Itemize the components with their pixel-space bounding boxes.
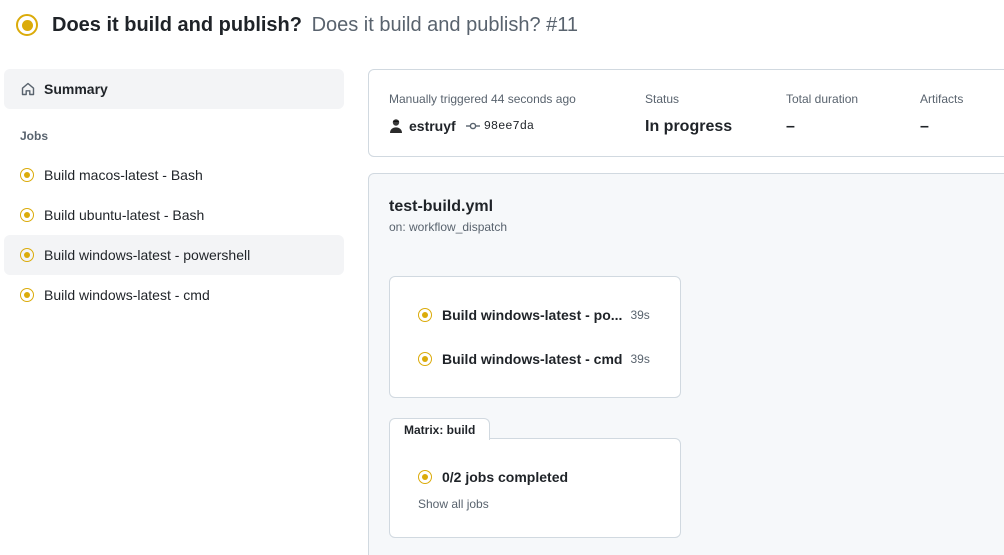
jobs-completed: 0/2 jobs completed	[418, 469, 568, 485]
trigger-label: Manually triggered 44 seconds ago	[389, 92, 576, 106]
workflow-trigger: on: workflow_dispatch	[389, 220, 508, 234]
jobs-heading: Jobs	[20, 129, 49, 143]
in-progress-icon	[418, 470, 432, 484]
sidebar-item-label: Build macos-latest - Bash	[44, 167, 203, 183]
matrix-job-label: Build windows-latest - po...	[442, 307, 623, 323]
duration-info: Total duration –	[786, 92, 858, 136]
in-progress-icon	[418, 352, 432, 366]
in-progress-icon	[418, 308, 432, 322]
matrix-jobs-box: Build windows-latest - po... 39s Build w…	[389, 276, 681, 398]
matrix-job-node[interactable]: Build windows-latest - cmd 39s	[418, 351, 650, 367]
status-label: Status	[645, 92, 680, 106]
matrix-job-node[interactable]: Build windows-latest - po... 39s	[418, 307, 650, 323]
run-sidebar: Summary Jobs Build macos-latest - Bash B…	[4, 69, 344, 315]
show-all-jobs-link[interactable]: Show all jobs	[418, 497, 489, 511]
workflow-name: Does it build and publish?	[52, 13, 302, 36]
sidebar-item-label: Build windows-latest - powershell	[44, 247, 251, 263]
actor-link[interactable]: estruyf	[409, 118, 456, 134]
matrix-job-label: Build windows-latest - cmd	[442, 351, 623, 367]
sidebar-item-job[interactable]: Build windows-latest - cmd	[4, 275, 344, 315]
sidebar-item-summary[interactable]: Summary	[4, 69, 344, 109]
home-icon	[20, 81, 36, 97]
sidebar-item-label: Build windows-latest - cmd	[44, 287, 210, 303]
workflow-graph: test-build.yml on: workflow_dispatch Bui…	[368, 173, 1004, 555]
in-progress-icon	[20, 288, 34, 302]
avatar-icon	[389, 118, 403, 134]
artifacts-value: –	[920, 118, 929, 135]
run-summary-card: Manually triggered 44 seconds ago estruy…	[368, 69, 1004, 157]
trigger-info: Manually triggered 44 seconds ago estruy…	[389, 92, 576, 134]
sidebar-item-job[interactable]: Build ubuntu-latest - Bash	[4, 195, 344, 235]
matrix-job-duration: 39s	[630, 308, 650, 322]
page-title: Does it build and publish? Does it build…	[52, 14, 578, 37]
in-progress-icon	[20, 168, 34, 182]
sidebar-item-job[interactable]: Build macos-latest - Bash	[4, 155, 344, 195]
in-progress-icon	[20, 248, 34, 262]
sidebar-item-label: Summary	[44, 81, 108, 97]
sidebar-item-label: Build ubuntu-latest - Bash	[44, 207, 205, 223]
matrix-job-duration: 39s	[630, 352, 650, 366]
matrix-tab: Matrix: build	[389, 418, 491, 440]
in-progress-status-icon	[16, 14, 38, 36]
matrix-summary-panel: 0/2 jobs completed Show all jobs	[389, 438, 681, 538]
git-commit-icon	[465, 120, 480, 132]
status-info: Status In progress	[645, 92, 732, 136]
commit-sha-link[interactable]: 98ee7da	[484, 119, 534, 133]
run-header: Does it build and publish? Does it build…	[16, 12, 578, 38]
status-value: In progress	[645, 118, 733, 135]
artifacts-label: Artifacts	[920, 92, 964, 106]
in-progress-icon	[20, 208, 34, 222]
jobs-completed-label: 0/2 jobs completed	[442, 469, 569, 485]
workflow-file-name: test-build.yml	[389, 198, 494, 215]
duration-value: –	[786, 118, 795, 135]
sidebar-item-job[interactable]: Build windows-latest - powershell	[4, 235, 344, 275]
duration-label: Total duration	[786, 92, 859, 106]
artifacts-info: Artifacts –	[920, 92, 963, 136]
run-title: Does it build and publish? #11	[311, 13, 579, 36]
